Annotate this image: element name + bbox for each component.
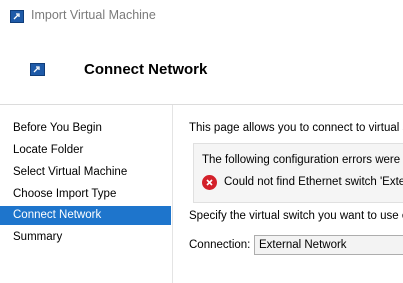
page-header: Connect Network — [0, 32, 403, 104]
specify-text: Specify the virtual switch you want to u… — [189, 210, 403, 222]
connection-dropdown[interactable]: External Network — [254, 235, 403, 255]
intro-text: This page allows you to connect to virtu… — [189, 122, 403, 134]
error-heading: The following configuration errors were … — [202, 154, 403, 166]
main-content: This page allows you to connect to virtu… — [173, 105, 403, 283]
title-bar: Import Virtual Machine — [0, 0, 403, 32]
app-icon — [10, 10, 24, 23]
nav-item-locate-folder[interactable]: Locate Folder — [0, 141, 171, 160]
wizard-steps: Before You Begin Locate Folder Select Vi… — [0, 105, 173, 283]
nav-item-select-virtual-machine[interactable]: Select Virtual Machine — [0, 163, 171, 182]
nav-item-choose-import-type[interactable]: Choose Import Type — [0, 185, 171, 204]
error-icon — [202, 175, 217, 190]
page-title: Connect Network — [84, 61, 208, 78]
nav-item-summary[interactable]: Summary — [0, 228, 171, 247]
error-message: Could not find Ethernet switch 'Extern — [224, 176, 403, 188]
error-box: The following configuration errors were … — [193, 143, 403, 203]
connection-dropdown-value: External Network — [259, 239, 347, 251]
nav-item-before-you-begin[interactable]: Before You Begin — [0, 119, 171, 138]
import-icon — [30, 63, 45, 76]
window-title: Import Virtual Machine — [31, 8, 156, 22]
nav-item-connect-network[interactable]: Connect Network — [0, 206, 171, 225]
connection-label: Connection: — [189, 239, 251, 251]
